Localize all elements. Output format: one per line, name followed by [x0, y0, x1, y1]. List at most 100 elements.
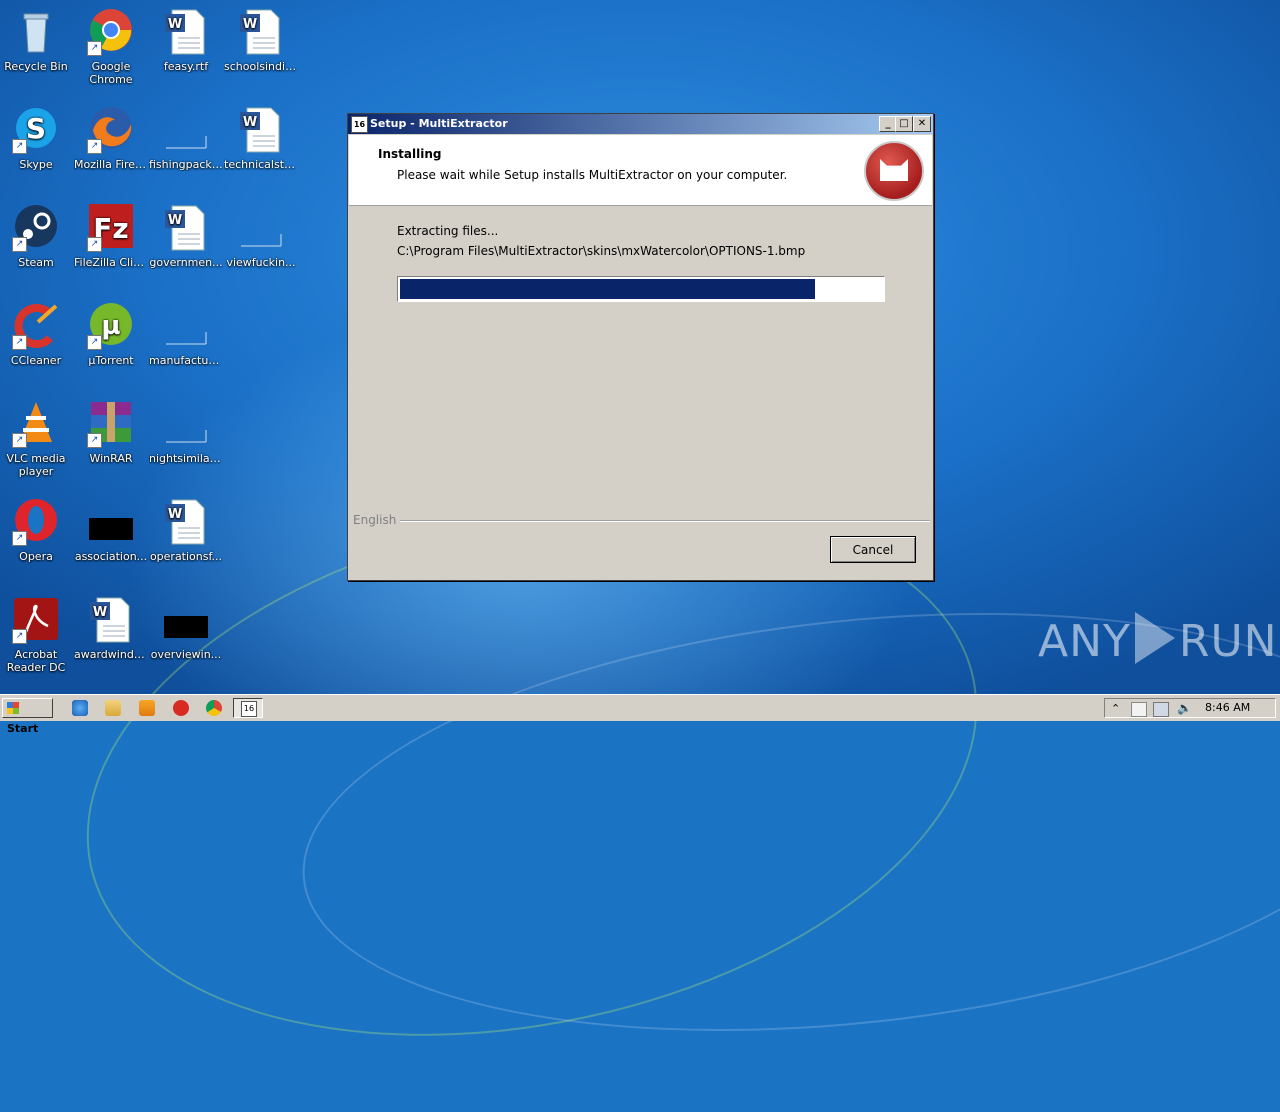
- desktop-icon-label: Skype: [19, 158, 53, 171]
- winrar-icon: ↗: [87, 400, 135, 448]
- desktop-icon-association[interactable]: association...: [74, 498, 148, 563]
- ccleaner-icon: ↗: [12, 302, 60, 350]
- desktop-icon-label: governmen...: [149, 256, 223, 269]
- desktop-icon-label: Google Chrome: [89, 60, 133, 86]
- word-document-icon: W: [162, 8, 210, 56]
- file-icon: [162, 302, 210, 350]
- clock[interactable]: 8:46 AM: [1205, 701, 1250, 714]
- watermark-text-right: RUN: [1178, 616, 1278, 667]
- header-title: Installing: [378, 147, 442, 161]
- desktop-icon-label: awardwind.rtf: [74, 648, 148, 661]
- start-label: Start: [7, 722, 39, 735]
- setup-taskbar-button[interactable]: 16: [233, 698, 263, 718]
- desktop-icon-label: Mozilla Firefox: [74, 158, 148, 171]
- firefox-icon: ↗: [87, 106, 135, 154]
- install-progress-bar: [397, 276, 885, 302]
- cancel-button[interactable]: Cancel: [830, 536, 916, 563]
- filezilla-icon: Fz ↗: [87, 204, 135, 252]
- network-icon[interactable]: [1153, 702, 1169, 717]
- desktop-icon-operationsf[interactable]: W operationsf...: [149, 498, 223, 563]
- desktop-icon-firefox[interactable]: ↗ Mozilla Firefox: [74, 106, 148, 171]
- desktop-icon-chrome[interactable]: ↗ Google Chrome: [74, 8, 148, 86]
- shortcut-arrow-icon: ↗: [12, 139, 27, 154]
- status-text: Extracting files...: [397, 224, 499, 238]
- desktop-icon-technicalstr[interactable]: W technicalstr...: [224, 106, 298, 171]
- shortcut-arrow-icon: ↗: [12, 531, 27, 546]
- file-icon: [162, 106, 210, 154]
- show-hidden-icons-icon[interactable]: ⌃: [1111, 702, 1125, 715]
- desktop-icon-awardwind[interactable]: W awardwind.rtf: [74, 596, 148, 661]
- acrobat-icon: ↗: [12, 596, 60, 644]
- media-player-icon[interactable]: [139, 700, 155, 716]
- word-document-icon: W: [162, 498, 210, 546]
- word-document-icon: W: [162, 204, 210, 252]
- desktop-icon-feasy[interactable]: W feasy.rtf: [149, 8, 223, 73]
- shortcut-arrow-icon: ↗: [12, 433, 27, 448]
- desktop-icon-label: technicalstr...: [224, 158, 298, 171]
- word-document-icon: W: [237, 8, 285, 56]
- chrome-taskbar-icon[interactable]: [206, 700, 222, 716]
- internet-explorer-icon[interactable]: [72, 700, 88, 716]
- desktop-icon-skype[interactable]: S ↗ Skype: [0, 106, 73, 171]
- desktop-icon-fishingpack[interactable]: fishingpack....: [149, 106, 223, 171]
- desktop-icon-schoolsindivi[interactable]: W schoolsindivi...: [224, 8, 298, 73]
- watermark-text-left: ANY: [1038, 616, 1131, 667]
- folder-icon[interactable]: [105, 700, 121, 716]
- steam-icon: ↗: [12, 204, 60, 252]
- action-center-icon[interactable]: [1131, 702, 1147, 717]
- setup-app-icon: 16: [241, 701, 257, 717]
- desktop-icon-manufacturi[interactable]: manufacturi...: [149, 302, 223, 367]
- file-icon: [87, 498, 135, 546]
- svg-text:W: W: [168, 17, 182, 32]
- window-titlebar[interactable]: 16 Setup - MultiExtractor _ □ ✕: [348, 114, 933, 134]
- svg-text:W: W: [243, 115, 257, 130]
- desktop-icon-winrar[interactable]: ↗ WinRAR: [74, 400, 148, 465]
- play-icon: [1134, 612, 1175, 664]
- setup-window[interactable]: 16 Setup - MultiExtractor _ □ ✕ Installi…: [347, 113, 934, 581]
- desktop-icon-filezilla[interactable]: Fz ↗ FileZilla Client: [74, 204, 148, 269]
- desktop-icon-ccleaner[interactable]: ↗ CCleaner: [0, 302, 73, 367]
- desktop-icon-label: VLC media player: [6, 452, 66, 478]
- file-icon: [237, 204, 285, 252]
- bevel-separator: [400, 520, 930, 522]
- file-icon: [162, 596, 210, 644]
- desktop-icon-utorrent[interactable]: µ ↗ µTorrent: [74, 302, 148, 367]
- desktop-icon-recycle-bin[interactable]: Recycle Bin: [0, 8, 73, 73]
- volume-icon[interactable]: 🔈: [1177, 702, 1192, 715]
- desktop-icon-vlc[interactable]: ↗ VLC media player: [0, 400, 73, 478]
- desktop-icon-label: feasy.rtf: [163, 60, 209, 73]
- header-subtitle: Please wait while Setup installs MultiEx…: [397, 168, 788, 182]
- word-document-icon: W: [237, 106, 285, 154]
- logo-face: [880, 159, 908, 181]
- anyrun-watermark: ANY RUN: [1038, 612, 1278, 667]
- window-title: Setup - MultiExtractor: [370, 117, 508, 130]
- desktop-icon-overviewin[interactable]: overviewin...: [149, 596, 223, 661]
- svg-text:W: W: [93, 605, 107, 620]
- file-icon: [162, 400, 210, 448]
- desktop-icon-label: nightsimilar....: [149, 452, 223, 465]
- system-tray: ⌃ 🔈 8:46 AM: [1104, 698, 1276, 718]
- desktop-icon-label: CCleaner: [10, 354, 62, 367]
- desktop-icon-label: manufacturi...: [149, 354, 223, 367]
- maximize-button[interactable]: □: [895, 116, 913, 132]
- opera-icon: ↗: [12, 498, 60, 546]
- start-button[interactable]: Start: [2, 698, 53, 735]
- close-button[interactable]: ✕: [913, 116, 931, 132]
- desktop-icon-acrobat[interactable]: ↗ Acrobat Reader DC: [0, 596, 73, 674]
- desktop-icon-label: µTorrent: [88, 354, 134, 367]
- shortcut-arrow-icon: ↗: [87, 41, 102, 56]
- language-label: English: [353, 513, 400, 527]
- desktop-icon-steam[interactable]: ↗ Steam: [0, 204, 73, 269]
- desktop-icon-label: WinRAR: [89, 452, 133, 465]
- desktop-icon-label: association...: [74, 550, 148, 563]
- desktop-icon-nightsimilar[interactable]: nightsimilar....: [149, 400, 223, 465]
- desktop-icon-governmen[interactable]: W governmen...: [149, 204, 223, 269]
- desktop-icon-label: Opera: [19, 550, 53, 563]
- desktop-icon-opera[interactable]: ↗ Opera: [0, 498, 73, 563]
- svg-text:S: S: [26, 112, 46, 145]
- utorrent-icon: µ ↗: [87, 302, 135, 350]
- opera-taskbar-icon[interactable]: [173, 700, 189, 716]
- vlc-icon: ↗: [12, 400, 60, 448]
- shortcut-arrow-icon: ↗: [87, 335, 102, 350]
- desktop-icon-viewfuckin[interactable]: viewfuckin...: [224, 204, 298, 269]
